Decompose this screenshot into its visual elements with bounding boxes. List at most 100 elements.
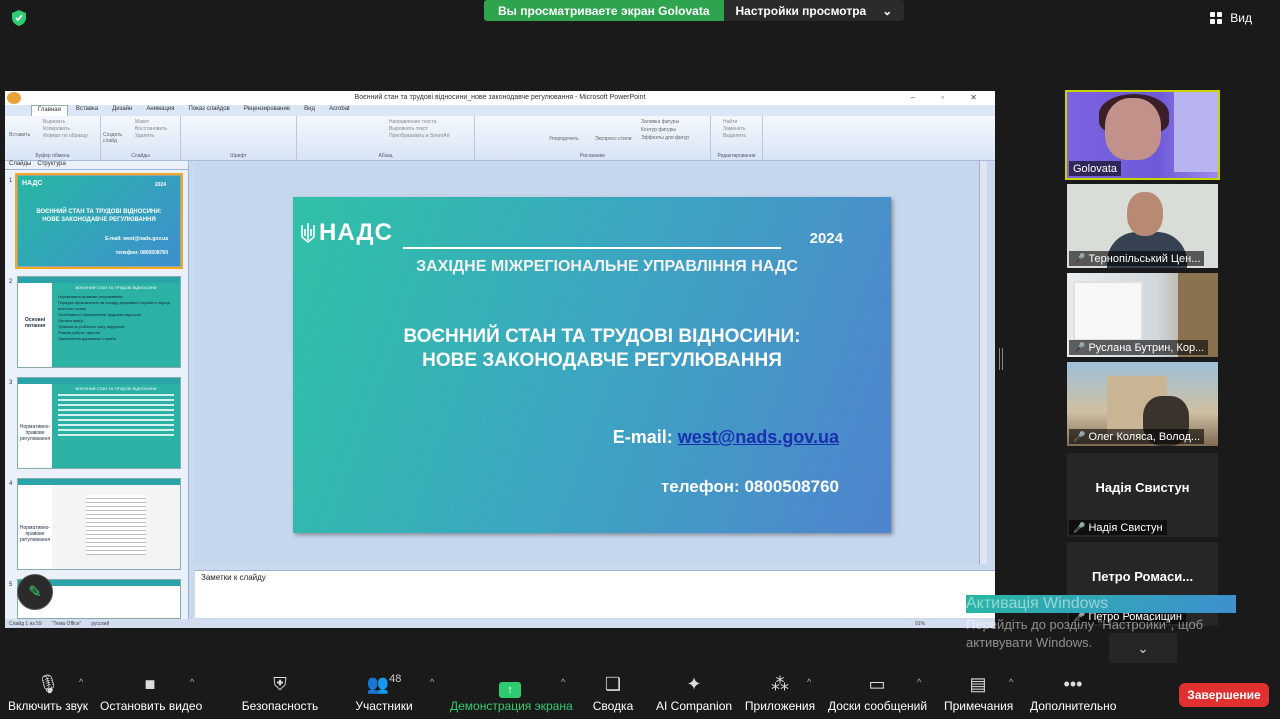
slide-title: ВОЄННИЙ СТАН ТА ТРУДОВІ ВІДНОСИНИ: НОВЕ … <box>293 325 891 373</box>
slide-thumbnail-4: 4 Нормативно-правове регулювання <box>9 478 181 570</box>
activation-text: Перейдіть до розділу "Настройки", щоб ак… <box>966 617 1204 650</box>
stop-video-button[interactable]: ■ Остановить видео <box>100 673 202 713</box>
notes-button[interactable]: ▤ Примечания <box>944 673 1014 713</box>
share-screen-button[interactable]: ↑ Демонстрация экрана <box>450 673 573 713</box>
group-name-font: Шрифт <box>230 153 247 159</box>
video-options-caret[interactable]: ^ <box>190 677 194 687</box>
mic-muted-icon: 🎤 <box>1073 342 1086 354</box>
thumb-number: 4 <box>9 481 13 487</box>
annotate-pen-button[interactable]: ✎ <box>17 574 53 610</box>
thumb-year: 2024 <box>154 182 166 188</box>
apps-icon: ⁂ <box>771 674 789 694</box>
whiteboards-options-caret[interactable]: ^ <box>917 677 921 687</box>
ai-companion-button[interactable]: ✦ AI Companion <box>656 673 732 713</box>
ribbon-group-slides: Макет Восстановить Удалить Создать слайд… <box>101 116 181 160</box>
status-zoom: 91% <box>914 620 925 627</box>
whiteboards-button[interactable]: ▭ Доски сообщений <box>828 673 927 713</box>
share-screen-label: Демонстрация экрана <box>450 699 573 713</box>
participants-icon: 👥48 <box>366 673 402 694</box>
mic-muted-icon: 🎤 <box>1073 253 1086 265</box>
mic-muted-icon: 🎙 <box>36 674 60 694</box>
tab-outline: Структура <box>37 161 66 167</box>
ribbon-tab-slideshow: Показ слайдов <box>188 106 230 112</box>
shape-fill-label: Заливка фигуры <box>641 119 680 125</box>
whiteboard-icon: ▭ <box>868 674 886 694</box>
participant-tile-3[interactable]: 🎤 Руслана Бутрин, Кор... <box>1067 273 1218 357</box>
chevron-down-icon: ⌄ <box>1137 639 1149 656</box>
ribbon-tab-insert: Вставка <box>75 106 99 112</box>
trident-icon <box>301 223 315 243</box>
ribbon-tab-acrobat: Acrobat <box>329 106 350 112</box>
viewing-share-label: Вы просматриваете экран Golovata <box>484 0 724 21</box>
thumb-org: НАДС <box>22 180 43 187</box>
thumb-side-label: Основні питання <box>24 317 46 329</box>
ribbon-group-drawing: Упорядочить Экспресс-стили Заливка фигур… <box>475 116 711 160</box>
participant-tile-5[interactable]: Надія Свистун 🎤 Надія Свистун <box>1067 453 1218 537</box>
new-slide-label: Создать слайд <box>103 132 123 144</box>
participants-button[interactable]: 👥48 Участники <box>352 673 416 713</box>
more-button[interactable]: ••• Дополнительно <box>1030 673 1116 713</box>
unmute-button[interactable]: 🎙 Включить звук <box>8 673 88 713</box>
ribbon-tabs: Главная Вставка Дизайн Анимация Показ сл… <box>5 105 995 116</box>
more-dots-icon: ••• <box>1063 674 1083 694</box>
participants-options-caret[interactable]: ^ <box>430 677 434 687</box>
unmute-label: Включить звук <box>8 699 89 713</box>
ribbon-tab-view: Вид <box>304 106 316 112</box>
thumb-side-label: Нормативно-правове регулювання <box>19 525 51 543</box>
cut-label: Вырезать <box>43 119 66 125</box>
encryption-shield-icon[interactable] <box>12 10 26 26</box>
thumb-phone: телефон: 0800508760 <box>115 250 168 256</box>
sparkle-icon: ✦ <box>686 674 702 694</box>
view-button[interactable]: Вид <box>1210 11 1252 25</box>
notes-options-caret[interactable]: ^ <box>1009 677 1013 687</box>
summary-label: Сводка <box>592 699 634 713</box>
notes-label: Примечания <box>944 699 1014 713</box>
ribbon-tab-animation: Анимация <box>146 106 175 112</box>
participant-name: Golovata <box>1069 161 1122 176</box>
group-name-editing: Редактирование <box>717 153 756 159</box>
participant-tile-4[interactable]: 🎤 Олег Коляса, Волод... <box>1067 362 1218 446</box>
replace-label: Заменить <box>723 126 746 132</box>
view-settings-button[interactable]: Настройки просмотра ⌄ <box>723 0 905 21</box>
current-slide: НАДС 2024 ЗАХІДНЕ МІЖРЕГІОНАЛЬНЕ УПРАВЛІ… <box>293 197 891 533</box>
ribbon: Вырезать Копировать Формат по образцу Вс… <box>5 116 995 161</box>
slide-phone: телефон: 0800508760 <box>661 477 839 497</box>
grid-view-icon <box>1210 12 1223 24</box>
text-direction-label: Направление текста <box>389 119 437 125</box>
thumb-number: 5 <box>9 582 13 588</box>
select-label: Выделить <box>723 133 747 139</box>
end-meeting-button[interactable]: Завершение <box>1179 683 1269 707</box>
participant-tile-2[interactable]: 🎤 Тернопільський Цен... <box>1067 184 1218 268</box>
email-link[interactable]: west@nads.gov.ua <box>678 427 839 447</box>
audio-options-caret[interactable]: ^ <box>79 677 83 687</box>
phone-number: 0800508760 <box>744 477 839 496</box>
participant-tile-golovata[interactable]: Golovata <box>1065 90 1220 180</box>
ribbon-tab-review: Рецензирование <box>243 106 291 112</box>
apps-button[interactable]: ⁂ Приложения <box>744 673 816 713</box>
slide-title-line2: НОВЕ ЗАКОНОДАВЧЕ РЕГУЛЮВАННЯ <box>422 350 782 371</box>
participant-display-name: Надія Свистун <box>1095 480 1190 495</box>
split-resize-handle[interactable] <box>999 348 1003 370</box>
more-label: Дополнительно <box>1030 699 1117 713</box>
thumb-title: ВОЄННИЙ СТАН ТА ТРУДОВІ ВІДНОСИНИ: НОВЕ … <box>36 209 162 223</box>
slides-panel-tabs: Слайды Структура <box>5 161 188 170</box>
mic-muted-icon: 🎤 <box>1073 522 1086 534</box>
quick-styles-label: Экспресс-стили <box>595 136 632 142</box>
slide-title-line1: ВОЄННИЙ СТАН ТА ТРУДОВІ ВІДНОСИНИ: <box>403 326 801 347</box>
ppt-body: Слайды Структура 1 НАДС 2024 ВОЄННИЙ СТА… <box>5 161 995 619</box>
collapse-gallery-button[interactable]: ⌄ <box>1109 633 1177 663</box>
participants-label: Участники <box>355 699 413 713</box>
ribbon-group-font: Шрифт <box>181 116 297 160</box>
thumb-email: E-mail: west@nads.gov.ua <box>105 236 168 242</box>
shared-screen-powerpoint: Воєнний стан та трудові відносини_нове з… <box>5 91 995 628</box>
share-options-caret[interactable]: ^ <box>561 677 565 687</box>
security-button[interactable]: ⛨ Безопасность <box>240 673 320 713</box>
summary-button[interactable]: ❏ Сводка <box>588 673 638 713</box>
windows-activation-watermark: Активація Windows Перейдіть до розділу "… <box>966 595 1236 652</box>
slide-logo-text: НАДС <box>319 219 393 246</box>
ai-companion-label: AI Companion <box>656 699 733 713</box>
shape-outline-label: Контур фигуры <box>641 127 676 133</box>
apps-options-caret[interactable]: ^ <box>807 677 811 687</box>
chevron-down-icon: ⌄ <box>882 4 893 18</box>
ribbon-tab-design: Дизайн <box>112 106 133 112</box>
